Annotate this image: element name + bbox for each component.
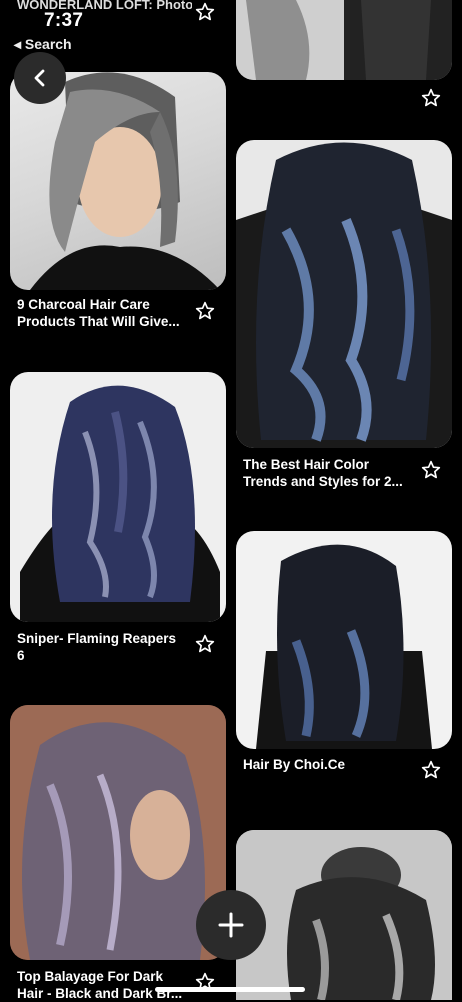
balayage-hair-photo [10, 705, 226, 960]
pin-image[interactable] [10, 372, 226, 622]
wavy-hair-photo [20, 385, 220, 622]
back-to-search-link[interactable]: ◂ Search [14, 36, 72, 53]
pin-image[interactable] [236, 830, 452, 1000]
save-star-icon[interactable] [195, 634, 215, 654]
create-pin-button[interactable] [196, 890, 266, 960]
save-star-icon[interactable] [421, 460, 441, 480]
portrait-photo [30, 72, 220, 290]
plus-icon [218, 912, 244, 938]
status-time: 7:37 [44, 10, 84, 31]
pin-image[interactable] [236, 140, 452, 448]
back-button[interactable] [14, 52, 66, 104]
pin-caption[interactable]: The Best Hair Color Trends and Styles fo… [243, 456, 418, 490]
pin-caption[interactable]: Top Balayage For Dark Hair - Black and D… [17, 968, 192, 1002]
top-partial-photo [236, 0, 452, 80]
pin-image[interactable] [10, 72, 226, 290]
blue-ombre-hair-photo [236, 142, 452, 448]
pin-caption[interactable]: Hair By Choi.Ce [243, 756, 418, 773]
save-star-icon[interactable] [195, 301, 215, 321]
save-star-icon[interactable] [421, 88, 441, 108]
back-arrow-icon [34, 69, 45, 87]
pin-image[interactable] [236, 531, 452, 749]
dark-blue-hair-photo [256, 544, 432, 749]
save-star-icon[interactable] [421, 760, 441, 780]
bun-hair-photo [236, 830, 452, 1000]
pin-image[interactable] [236, 0, 452, 80]
home-indicator[interactable] [155, 987, 305, 992]
pin-image[interactable] [10, 705, 226, 960]
pin-caption[interactable]: Sniper- Flaming Reapers 6 [17, 630, 192, 664]
pin-caption[interactable]: 9 Charcoal Hair Care Products That Will … [17, 296, 192, 330]
save-star-icon[interactable] [195, 2, 215, 22]
